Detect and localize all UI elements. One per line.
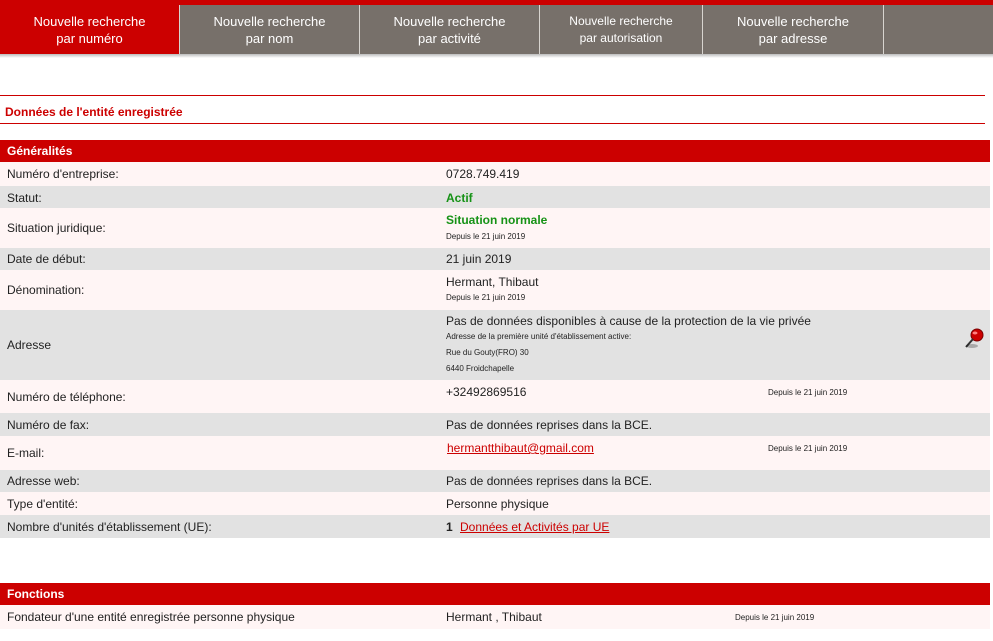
row-email: E-mail: hermantthibaut@gmail.com Depuis … [0,436,990,470]
row-type: Type d'entité: Personne physique [0,492,990,515]
situation-since: Depuis le 21 juin 2019 [446,232,526,241]
row-date: Date de début: 21 juin 2019 [0,248,990,270]
email-label: E-mail: [7,446,45,460]
web-label: Adresse web: [7,474,80,488]
fonction-role: Fondateur d'une entité enregistrée perso… [7,610,295,624]
row-fonction: Fondateur d'une entité enregistrée perso… [0,605,990,629]
email-since: Depuis le 21 juin 2019 [768,444,848,453]
row-situation: Situation juridique: Situation normale D… [0,208,990,248]
page-title: Données de l'entité enregistrée [5,105,183,119]
fax-value: Pas de données reprises dans la BCE. [446,418,653,432]
web-value: Pas de données reprises dans la BCE. [446,474,653,488]
tab-empty [884,5,993,54]
row-fax: Numéro de fax: Pas de données reprises d… [0,413,990,436]
denomination-since: Depuis le 21 juin 2019 [446,293,526,302]
tab-search-by-activity[interactable]: Nouvelle recherche par activité [360,5,540,54]
tab-search-by-name[interactable]: Nouvelle recherche par nom [180,5,360,54]
ue-details-link[interactable]: Données et Activités par UE [460,520,609,534]
row-adresse: Adresse Pas de données disponibles à cau… [0,310,990,380]
statut-label: Statut: [7,191,42,205]
row-telephone: Numéro de téléphone: +32492869516 Depuis… [0,380,990,413]
tab-search-by-address[interactable]: Nouvelle recherche par adresse [703,5,884,54]
ue-count: 1 [446,520,453,534]
type-label: Type d'entité: [7,497,79,511]
date-label: Date de début: [7,252,86,266]
situation-label: Situation juridique: [7,221,106,235]
tab-shadow [0,54,993,58]
fonction-since: Depuis le 21 juin 2019 [735,613,815,622]
map-pin-icon[interactable] [964,328,986,350]
tab-search-by-number[interactable]: Nouvelle recherche par numéro [0,5,180,54]
type-value: Personne physique [446,497,549,511]
row-numero: Numéro d'entreprise: 0728.749.419 [0,162,990,186]
row-web: Adresse web: Pas de données reprises dan… [0,470,990,492]
telephone-since: Depuis le 21 juin 2019 [768,388,848,397]
adresse-street: Rue du Gouty(FRO) 30 [446,348,529,357]
divider [0,123,985,124]
telephone-value: +32492869516 [446,385,527,399]
row-ue: Nombre d'unités d'établissement (UE): 1 … [0,515,990,538]
telephone-label: Numéro de téléphone: [7,390,126,404]
adresse-label: Adresse [7,338,52,352]
section-header-generalites: Généralités [0,140,990,162]
fax-label: Numéro de fax: [7,418,90,432]
situation-value: Situation normale [446,213,548,227]
section-header-fonctions: Fonctions [0,583,990,605]
ue-label: Nombre d'unités d'établissement (UE): [7,520,212,534]
date-value: 21 juin 2019 [446,252,512,266]
email-link[interactable]: hermantthibaut@gmail.com [447,441,594,455]
numero-value: 0728.749.419 [446,167,520,181]
fonction-name: Hermant , Thibaut [446,610,542,624]
numero-label: Numéro d'entreprise: [7,167,119,181]
denomination-value: Hermant, Thibaut [446,275,539,289]
row-denomination: Dénomination: Hermant, Thibaut Depuis le… [0,270,990,310]
divider [0,95,985,96]
statut-value: Actif [446,191,473,205]
adresse-city: 6440 Froidchapelle [446,364,515,373]
denomination-label: Dénomination: [7,283,85,297]
search-tabs: Nouvelle recherche par numéro Nouvelle r… [0,5,993,54]
tab-search-by-authorisation[interactable]: Nouvelle recherche par autorisation [540,5,703,54]
adresse-privacy-text: Pas de données disponibles à cause de la… [446,314,811,328]
adresse-note: Adresse de la première unité d'établisse… [446,332,632,341]
row-statut: Statut: Actif [0,186,990,208]
